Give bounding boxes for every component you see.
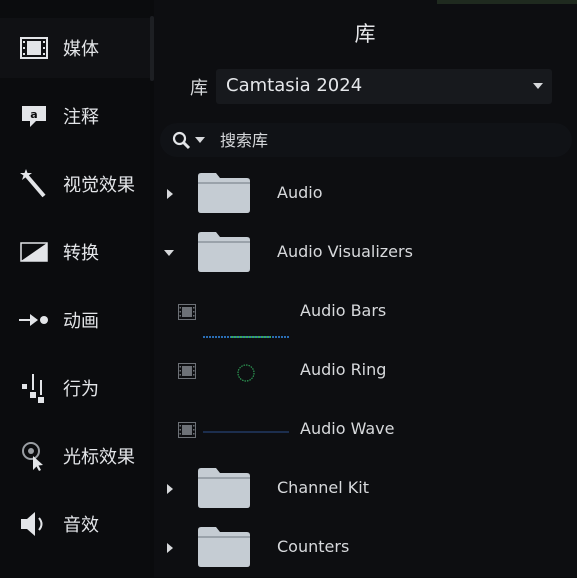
sidebar-item-label: 媒体 — [63, 39, 99, 60]
folder-icon — [198, 468, 250, 508]
sidebar: 媒体 a 注释 视觉效果 转换 动画 行为 光标效果 音效 — [0, 0, 150, 577]
behaviors-icon — [18, 372, 50, 404]
sidebar-item-cursor-effects[interactable]: 光标效果 — [0, 426, 150, 486]
audio-wave-thumbnail — [201, 405, 291, 456]
transition-icon — [18, 236, 50, 268]
folder-row-audio-visualizers[interactable]: Audio Visualizers — [154, 224, 577, 283]
sidebar-item-label: 转换 — [63, 243, 99, 264]
sidebar-item-label: 光标效果 — [63, 447, 135, 468]
sidebar-item-label: 动画 — [63, 311, 99, 332]
folder-icon — [198, 232, 250, 272]
sidebar-item-media[interactable]: 媒体 — [0, 18, 150, 78]
video-clip-icon — [178, 422, 196, 438]
sidebar-item-behaviors[interactable]: 行为 — [0, 358, 150, 418]
sidebar-item-audio-effects[interactable]: 音效 — [0, 494, 150, 554]
sidebar-item-label: 音效 — [63, 515, 99, 536]
media-item-audio-ring[interactable]: Audio Ring — [154, 342, 577, 401]
library-label: 库 — [190, 78, 208, 99]
folder-row-audio[interactable]: Audio — [154, 165, 577, 224]
media-item-audio-bars[interactable]: Audio Bars — [154, 283, 577, 342]
media-item-label: Audio Bars — [300, 301, 387, 320]
folder-icon — [198, 527, 250, 567]
timeline-edge — [437, 0, 577, 4]
folder-label: Audio Visualizers — [277, 242, 413, 261]
search-input[interactable] — [220, 129, 550, 151]
sidebar-item-transitions[interactable]: 转换 — [0, 222, 150, 282]
chevron-down-icon — [533, 83, 543, 89]
sidebar-item-visual-effects[interactable]: 视觉效果 — [0, 154, 150, 214]
search-options-caret-icon[interactable] — [195, 137, 205, 143]
sidebar-item-label: 视觉效果 — [63, 175, 135, 196]
sidebar-item-animations[interactable]: 动画 — [0, 290, 150, 350]
film-strip-icon — [18, 32, 50, 64]
expand-arrow-icon[interactable] — [167, 189, 173, 199]
search-icon[interactable] — [172, 131, 192, 151]
magic-wand-icon — [18, 168, 50, 200]
media-item-label: Audio Ring — [300, 360, 387, 379]
callout-icon: a — [18, 100, 50, 132]
media-item-audio-wave[interactable]: Audio Wave — [154, 401, 577, 460]
audio-effects-icon — [18, 508, 50, 540]
cursor-effects-icon — [18, 440, 50, 472]
svg-text:a: a — [30, 108, 37, 121]
sidebar-item-label: 行为 — [63, 379, 99, 400]
library-panel: 库 库 Camtasia 2024 Audio Audio Visualizer… — [154, 0, 577, 577]
expand-arrow-icon[interactable] — [167, 484, 173, 494]
folder-row-channel-kit[interactable]: Channel Kit — [154, 460, 577, 519]
folder-icon — [198, 173, 250, 213]
search-bar — [160, 123, 572, 157]
sidebar-item-label: 注释 — [63, 107, 99, 128]
folder-label: Counters — [277, 537, 350, 556]
video-clip-icon — [178, 363, 196, 379]
animation-icon — [18, 304, 50, 336]
folder-row-counters[interactable]: Counters — [154, 519, 577, 578]
collapse-arrow-icon[interactable] — [164, 250, 174, 256]
library-dropdown-value: Camtasia 2024 — [226, 75, 363, 96]
library-dropdown[interactable]: Camtasia 2024 — [216, 69, 552, 104]
expand-arrow-icon[interactable] — [167, 543, 173, 553]
audio-bars-thumbnail — [201, 287, 291, 338]
sidebar-item-annotations[interactable]: a 注释 — [0, 86, 150, 146]
media-item-label: Audio Wave — [300, 419, 395, 438]
folder-label: Channel Kit — [277, 478, 369, 497]
video-clip-icon — [178, 304, 196, 320]
panel-title: 库 — [354, 22, 377, 46]
folder-label: Audio — [277, 183, 323, 202]
audio-ring-thumbnail — [201, 346, 291, 397]
